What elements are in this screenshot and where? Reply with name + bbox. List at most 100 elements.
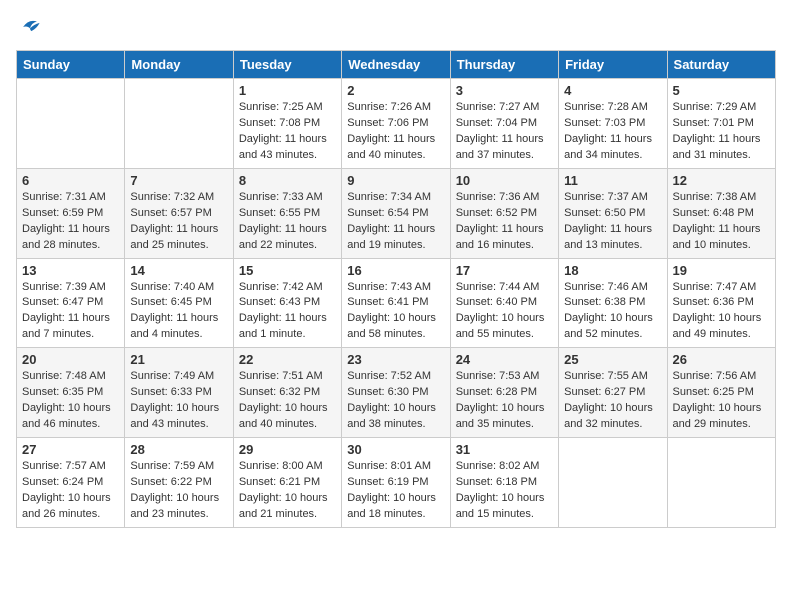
day-content: Sunrise: 7:25 AM Sunset: 7:08 PM Dayligh… xyxy=(239,100,336,164)
day-content: Sunrise: 7:52 AM Sunset: 6:30 PM Dayligh… xyxy=(347,369,444,433)
day-number: 9 xyxy=(347,173,444,188)
calendar-week-4: 20 Sunrise: 7:48 AM Sunset: 6:35 PM Dayli… xyxy=(17,348,776,438)
day-content: Sunrise: 7:48 AM Sunset: 6:35 PM Dayligh… xyxy=(22,369,119,433)
day-number: 25 xyxy=(564,352,661,367)
day-content: Sunrise: 7:28 AM Sunset: 7:03 PM Dayligh… xyxy=(564,100,661,164)
calendar-table: SundayMondayTuesdayWednesdayThursdayFrid… xyxy=(16,50,776,528)
calendar-cell: 11 Sunrise: 7:37 AM Sunset: 6:50 PM Dayli… xyxy=(559,168,667,258)
day-content: Sunrise: 7:40 AM Sunset: 6:45 PM Dayligh… xyxy=(130,280,227,344)
calendar-header-row: SundayMondayTuesdayWednesdayThursdayFrid… xyxy=(17,51,776,79)
logo-icon xyxy=(16,16,44,38)
calendar-cell: 20 Sunrise: 7:48 AM Sunset: 6:35 PM Dayli… xyxy=(17,348,125,438)
day-number: 2 xyxy=(347,83,444,98)
calendar-cell: 3 Sunrise: 7:27 AM Sunset: 7:04 PM Daylig… xyxy=(450,79,558,169)
day-number: 29 xyxy=(239,442,336,457)
calendar-cell: 8 Sunrise: 7:33 AM Sunset: 6:55 PM Daylig… xyxy=(233,168,341,258)
day-number: 20 xyxy=(22,352,119,367)
calendar-cell: 6 Sunrise: 7:31 AM Sunset: 6:59 PM Daylig… xyxy=(17,168,125,258)
day-number: 15 xyxy=(239,263,336,278)
calendar-cell: 21Sunrise: 7:49 AM Sunset: 6:33 PM Dayli… xyxy=(125,348,233,438)
calendar-week-2: 6 Sunrise: 7:31 AM Sunset: 6:59 PM Daylig… xyxy=(17,168,776,258)
calendar-cell: 5Sunrise: 7:29 AM Sunset: 7:01 PM Daylig… xyxy=(667,79,775,169)
day-content: Sunrise: 8:00 AM Sunset: 6:21 PM Dayligh… xyxy=(239,459,336,523)
day-number: 31 xyxy=(456,442,553,457)
page-header xyxy=(16,16,776,38)
day-number: 14 xyxy=(130,263,227,278)
logo xyxy=(16,16,48,38)
day-number: 27 xyxy=(22,442,119,457)
calendar-cell: 25 Sunrise: 7:55 AM Sunset: 6:27 PM Dayli… xyxy=(559,348,667,438)
day-content: Sunrise: 7:31 AM Sunset: 6:59 PM Dayligh… xyxy=(22,190,119,254)
calendar-cell: 15 Sunrise: 7:42 AM Sunset: 6:43 PM Dayli… xyxy=(233,258,341,348)
calendar-cell: 12 Sunrise: 7:38 AM Sunset: 6:48 PM Dayli… xyxy=(667,168,775,258)
calendar-cell xyxy=(667,438,775,528)
day-number: 7 xyxy=(130,173,227,188)
calendar-cell xyxy=(559,438,667,528)
calendar-week-3: 13 Sunrise: 7:39 AM Sunset: 6:47 PM Dayli… xyxy=(17,258,776,348)
day-header-tuesday: Tuesday xyxy=(233,51,341,79)
day-number: 12 xyxy=(673,173,770,188)
calendar-cell: 14 Sunrise: 7:40 AM Sunset: 6:45 PM Dayli… xyxy=(125,258,233,348)
calendar-cell: 31 Sunrise: 8:02 AM Sunset: 6:18 PM Dayli… xyxy=(450,438,558,528)
day-number: 1 xyxy=(239,83,336,98)
day-content: Sunrise: 8:01 AM Sunset: 6:19 PM Dayligh… xyxy=(347,459,444,523)
calendar-week-1: 1 Sunrise: 7:25 AM Sunset: 7:08 PM Daylig… xyxy=(17,79,776,169)
day-number: 30 xyxy=(347,442,444,457)
calendar-body: 1 Sunrise: 7:25 AM Sunset: 7:08 PM Daylig… xyxy=(17,79,776,528)
day-content: Sunrise: 7:42 AM Sunset: 6:43 PM Dayligh… xyxy=(239,280,336,344)
day-number: 8 xyxy=(239,173,336,188)
day-content: Sunrise: 7:26 AM Sunset: 7:06 PM Dayligh… xyxy=(347,100,444,164)
day-content: Sunrise: 7:39 AM Sunset: 6:47 PM Dayligh… xyxy=(22,280,119,344)
calendar-cell: 17Sunrise: 7:44 AM Sunset: 6:40 PM Dayli… xyxy=(450,258,558,348)
day-content: Sunrise: 7:43 AM Sunset: 6:41 PM Dayligh… xyxy=(347,280,444,344)
calendar-cell: 26 Sunrise: 7:56 AM Sunset: 6:25 PM Dayli… xyxy=(667,348,775,438)
day-content: Sunrise: 7:57 AM Sunset: 6:24 PM Dayligh… xyxy=(22,459,119,523)
calendar-cell: 1 Sunrise: 7:25 AM Sunset: 7:08 PM Daylig… xyxy=(233,79,341,169)
day-header-thursday: Thursday xyxy=(450,51,558,79)
calendar-cell: 13 Sunrise: 7:39 AM Sunset: 6:47 PM Dayli… xyxy=(17,258,125,348)
day-number: 26 xyxy=(673,352,770,367)
day-number: 6 xyxy=(22,173,119,188)
calendar-cell: 16Sunrise: 7:43 AM Sunset: 6:41 PM Dayli… xyxy=(342,258,450,348)
day-number: 11 xyxy=(564,173,661,188)
calendar-cell: 9 Sunrise: 7:34 AM Sunset: 6:54 PM Daylig… xyxy=(342,168,450,258)
day-number: 22 xyxy=(239,352,336,367)
day-content: Sunrise: 7:59 AM Sunset: 6:22 PM Dayligh… xyxy=(130,459,227,523)
day-content: Sunrise: 7:32 AM Sunset: 6:57 PM Dayligh… xyxy=(130,190,227,254)
day-content: Sunrise: 7:33 AM Sunset: 6:55 PM Dayligh… xyxy=(239,190,336,254)
day-number: 24 xyxy=(456,352,553,367)
day-content: Sunrise: 7:53 AM Sunset: 6:28 PM Dayligh… xyxy=(456,369,553,433)
day-number: 10 xyxy=(456,173,553,188)
day-content: Sunrise: 7:34 AM Sunset: 6:54 PM Dayligh… xyxy=(347,190,444,254)
day-number: 13 xyxy=(22,263,119,278)
day-content: Sunrise: 7:51 AM Sunset: 6:32 PM Dayligh… xyxy=(239,369,336,433)
day-content: Sunrise: 7:38 AM Sunset: 6:48 PM Dayligh… xyxy=(673,190,770,254)
day-content: Sunrise: 7:44 AM Sunset: 6:40 PM Dayligh… xyxy=(456,280,553,344)
calendar-cell: 4 Sunrise: 7:28 AM Sunset: 7:03 PM Daylig… xyxy=(559,79,667,169)
calendar-cell: 27 Sunrise: 7:57 AM Sunset: 6:24 PM Dayli… xyxy=(17,438,125,528)
day-content: Sunrise: 7:56 AM Sunset: 6:25 PM Dayligh… xyxy=(673,369,770,433)
calendar-cell: 22 Sunrise: 7:51 AM Sunset: 6:32 PM Dayli… xyxy=(233,348,341,438)
day-content: Sunrise: 7:47 AM Sunset: 6:36 PM Dayligh… xyxy=(673,280,770,344)
day-content: Sunrise: 7:37 AM Sunset: 6:50 PM Dayligh… xyxy=(564,190,661,254)
calendar-week-5: 27 Sunrise: 7:57 AM Sunset: 6:24 PM Dayli… xyxy=(17,438,776,528)
day-number: 3 xyxy=(456,83,553,98)
day-content: Sunrise: 7:36 AM Sunset: 6:52 PM Dayligh… xyxy=(456,190,553,254)
day-content: Sunrise: 7:29 AM Sunset: 7:01 PM Dayligh… xyxy=(673,100,770,164)
calendar-cell: 10 Sunrise: 7:36 AM Sunset: 6:52 PM Dayli… xyxy=(450,168,558,258)
day-number: 4 xyxy=(564,83,661,98)
day-header-sunday: Sunday xyxy=(17,51,125,79)
day-header-friday: Friday xyxy=(559,51,667,79)
day-content: Sunrise: 8:02 AM Sunset: 6:18 PM Dayligh… xyxy=(456,459,553,523)
calendar-cell: 29 Sunrise: 8:00 AM Sunset: 6:21 PM Dayli… xyxy=(233,438,341,528)
day-content: Sunrise: 7:55 AM Sunset: 6:27 PM Dayligh… xyxy=(564,369,661,433)
calendar-cell: 28 Sunrise: 7:59 AM Sunset: 6:22 PM Dayli… xyxy=(125,438,233,528)
calendar-cell: 23Sunrise: 7:52 AM Sunset: 6:30 PM Dayli… xyxy=(342,348,450,438)
day-content: Sunrise: 7:46 AM Sunset: 6:38 PM Dayligh… xyxy=(564,280,661,344)
calendar-cell: 2 Sunrise: 7:26 AM Sunset: 7:06 PM Daylig… xyxy=(342,79,450,169)
day-content: Sunrise: 7:27 AM Sunset: 7:04 PM Dayligh… xyxy=(456,100,553,164)
day-number: 28 xyxy=(130,442,227,457)
calendar-cell xyxy=(125,79,233,169)
calendar-cell: 7 Sunrise: 7:32 AM Sunset: 6:57 PM Daylig… xyxy=(125,168,233,258)
calendar-cell: 19Sunrise: 7:47 AM Sunset: 6:36 PM Dayli… xyxy=(667,258,775,348)
